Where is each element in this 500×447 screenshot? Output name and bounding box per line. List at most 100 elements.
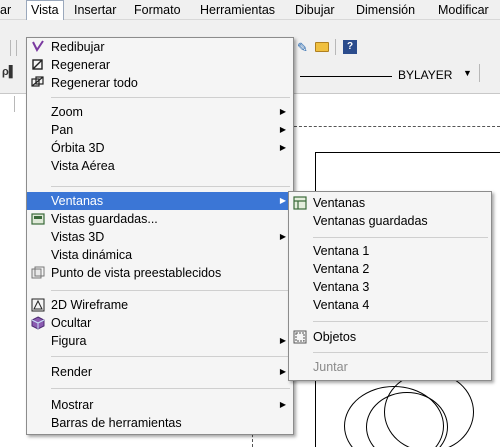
submenu-item-ventana-2[interactable]: Ventana 2 xyxy=(289,260,491,278)
menu-item-label: Ventana 4 xyxy=(313,298,370,312)
menu-item-regenerar[interactable]: Regenerar xyxy=(27,56,293,74)
viewport-border-top xyxy=(294,126,500,127)
submenu-item-juntar[interactable]: Juntar xyxy=(289,358,491,376)
menu-item-label: Ocultar xyxy=(51,316,92,330)
menu-item-label: Ventana 2 xyxy=(313,262,370,276)
submenu-item-ventanas[interactable]: Ventanas xyxy=(289,194,491,212)
toolbar-separator xyxy=(10,40,11,56)
toolbar-separator xyxy=(14,96,15,112)
menu-separator xyxy=(51,388,290,389)
menu-item-punto-de-vista[interactable]: Punto de vista preestablecidos xyxy=(27,264,293,282)
vista-menu: Redibujar Regenerar Regenerar todo Zoom … xyxy=(26,37,294,435)
menu-separator xyxy=(313,321,488,322)
open-folder-icon[interactable] xyxy=(315,42,329,52)
toolbar-separator xyxy=(335,39,336,55)
menu-item-label: Vista dinámica xyxy=(51,248,133,262)
hide-icon xyxy=(31,316,45,330)
menu-item-ventanas[interactable]: Ventanas ▶ xyxy=(27,192,293,210)
menu-item-ocultar[interactable]: Ocultar xyxy=(27,314,293,332)
menu-item-label: Regenerar xyxy=(51,58,111,72)
menu-item-label: Redibujar xyxy=(51,40,105,54)
toolbar-glyph: ρ▌ xyxy=(2,66,17,78)
menu-item-label: Punto de vista preestablecidos xyxy=(51,266,222,280)
menu-dimension[interactable]: Dimensión xyxy=(352,0,419,20)
menu-separator xyxy=(51,356,290,357)
regen-icon xyxy=(32,59,43,70)
menu-item-vistas-3d[interactable]: Vistas 3D ▶ xyxy=(27,228,293,246)
submenu-arrow-icon: ▶ xyxy=(279,196,286,205)
menu-item-label: Pan xyxy=(51,123,74,137)
submenu-arrow-icon: ▶ xyxy=(279,107,286,116)
submenu-item-ventana-1[interactable]: Ventana 1 xyxy=(289,242,491,260)
submenu-arrow-icon: ▶ xyxy=(279,336,286,345)
toolbar-separator xyxy=(16,40,17,56)
linetype-combo-label[interactable]: BYLAYER xyxy=(398,68,452,82)
menu-item-render[interactable]: Render ▶ xyxy=(27,363,293,381)
menu-separator xyxy=(313,352,488,353)
submenu-item-ventana-4[interactable]: Ventana 4 xyxy=(289,296,491,314)
menu-item-label: Ventanas xyxy=(51,194,104,208)
submenu-item-ventana-3[interactable]: Ventana 3 xyxy=(289,278,491,296)
submenu-arrow-icon: ▶ xyxy=(279,143,286,152)
menu-item-barras-de-herramientas[interactable]: Barras de herramientas xyxy=(27,414,293,432)
menu-item-label: Objetos xyxy=(313,330,357,344)
menu-item-label: Mostrar xyxy=(51,398,94,412)
menu-separator xyxy=(51,290,290,291)
menu-separator xyxy=(313,237,488,238)
submenu-item-ventanas-guardadas[interactable]: Ventanas guardadas xyxy=(289,212,491,230)
menu-dibujar[interactable]: Dibujar xyxy=(291,0,339,20)
menu-item-vista-dinamica[interactable]: Vista dinámica xyxy=(27,246,293,264)
menu-item-label: Ventana 1 xyxy=(313,244,370,258)
menu-item-label: Ventanas xyxy=(313,196,366,210)
ventanas-submenu: Ventanas Ventanas guardadas Ventana 1 Ve… xyxy=(288,191,492,381)
menu-bar: ar Vista Insertar Formato Herramientas D… xyxy=(0,0,500,21)
wireframe-icon xyxy=(31,298,45,312)
linetype-preview xyxy=(300,76,392,77)
menu-item-orbita-3d[interactable]: Órbita 3D ▶ xyxy=(27,139,293,157)
menu-item-zoom[interactable]: Zoom ▶ xyxy=(27,103,293,121)
submenu-arrow-icon: ▶ xyxy=(279,232,286,241)
menu-item-figura[interactable]: Figura ▶ xyxy=(27,332,293,350)
toolbar-separator xyxy=(479,64,480,82)
submenu-arrow-icon: ▶ xyxy=(279,400,286,409)
drawing-circle xyxy=(384,372,474,447)
menu-item-vista-aerea[interactable]: Vista Aérea xyxy=(27,157,293,175)
menu-insertar[interactable]: Insertar xyxy=(70,0,120,20)
menu-item-label: 2D Wireframe xyxy=(51,298,129,312)
menu-item-label: Ventanas guardadas xyxy=(313,214,428,228)
menu-item-pan[interactable]: Pan ▶ xyxy=(27,121,293,139)
menu-item-label: Render xyxy=(51,365,92,379)
menu-item-regenerar-todo[interactable]: Regenerar todo xyxy=(27,74,293,92)
menu-item-label: Zoom xyxy=(51,105,83,119)
menu-item-label: Órbita 3D xyxy=(51,141,105,155)
objects-icon xyxy=(293,330,307,344)
menu-item-label: Figura xyxy=(51,334,87,348)
menu-separator xyxy=(51,97,290,98)
saved-views-icon xyxy=(31,213,45,225)
regen-all-icon xyxy=(31,76,44,87)
menu-item-label: Vistas 3D xyxy=(51,230,105,244)
menu-vista[interactable]: Vista xyxy=(26,0,64,21)
menu-item-vistas-guardadas[interactable]: Vistas guardadas... xyxy=(27,210,293,228)
menu-modificar[interactable]: Modificar xyxy=(434,0,493,20)
viewports-icon xyxy=(293,196,307,210)
viewpoint-icon xyxy=(31,266,45,279)
menu-item-redibujar[interactable]: Redibujar xyxy=(27,38,293,56)
chevron-down-icon[interactable]: ▼ xyxy=(463,68,472,78)
menu-separator xyxy=(51,186,290,187)
menu-item-2d-wireframe[interactable]: 2D Wireframe xyxy=(27,296,293,314)
toolbar-tool-icon[interactable]: ✎ xyxy=(297,40,308,56)
menu-herramientas-partial[interactable]: ar xyxy=(0,0,15,20)
menu-item-label: Vista Aérea xyxy=(51,159,115,173)
submenu-arrow-icon: ▶ xyxy=(279,367,286,376)
menu-item-label: Ventana 3 xyxy=(313,280,370,294)
menu-item-label: Regenerar todo xyxy=(51,76,138,90)
menu-item-mostrar[interactable]: Mostrar ▶ xyxy=(27,396,293,414)
redraw-icon xyxy=(32,40,44,52)
help-icon[interactable]: ? xyxy=(343,40,357,54)
menu-item-label: Barras de herramientas xyxy=(51,416,182,430)
menu-item-label: Vistas guardadas... xyxy=(51,212,158,226)
menu-herramientas[interactable]: Herramientas xyxy=(196,0,279,20)
menu-formato[interactable]: Formato xyxy=(130,0,185,20)
submenu-item-objetos[interactable]: Objetos xyxy=(289,328,491,346)
